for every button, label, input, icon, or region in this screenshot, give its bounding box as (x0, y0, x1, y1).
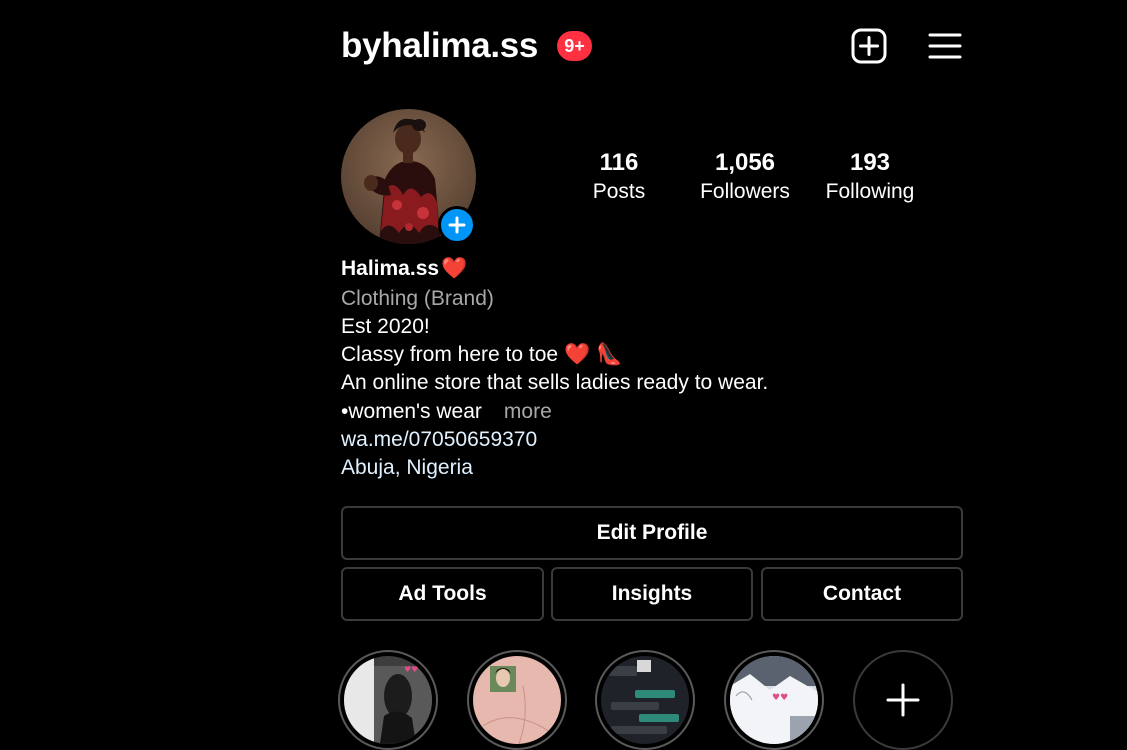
posts-count-value: 116 (599, 149, 639, 176)
bio-line: An online store that sells ladies ready … (341, 371, 769, 394)
new-highlight-button[interactable] (853, 650, 953, 750)
heart-heel-emoji: ❤️ 👠 (564, 343, 623, 366)
bio-line: Classy from here to toe ❤️ 👠 (341, 341, 622, 369)
bio-website-link[interactable]: wa.me/07050659370 (341, 426, 537, 454)
story-highlight[interactable] (467, 650, 567, 750)
bio-category: Clothing (Brand) (341, 287, 494, 310)
highlight-cover: ♥♥ (730, 656, 818, 744)
following-count[interactable]: 193 Following (810, 147, 930, 205)
posts-count[interactable]: 116 Posts (574, 147, 664, 205)
plus-square-icon (851, 28, 887, 64)
followers-count-label: Followers (700, 180, 790, 203)
svg-text:♥♥: ♥♥ (404, 665, 418, 674)
followers-count-value: 1,056 (714, 149, 776, 176)
plus-icon (886, 683, 920, 717)
bio-display-name: Halima.ss ❤️ (341, 255, 467, 283)
menu-button[interactable] (925, 26, 965, 66)
story-highlight[interactable]: ♥♥ (724, 650, 824, 750)
heart-emoji: ❤️ (441, 257, 468, 280)
bio-location-link[interactable]: Abuja, Nigeria (341, 454, 473, 482)
bio-more-link[interactable]: more (504, 400, 552, 423)
followers-count[interactable]: 1,056 Followers (680, 147, 810, 205)
bio-line: •women's wear more (341, 398, 552, 426)
story-highlight[interactable]: ♥♥ (338, 650, 438, 750)
notification-badge[interactable]: 9+ (557, 31, 592, 61)
new-post-button[interactable] (849, 26, 889, 66)
hamburger-menu-icon (928, 33, 962, 59)
profile-username[interactable]: byhalima.ss (341, 24, 538, 68)
add-story-button[interactable] (438, 206, 476, 244)
svg-text:♥♥: ♥♥ (772, 693, 788, 703)
contact-button[interactable]: Contact (761, 567, 963, 621)
highlight-cover (601, 656, 689, 744)
insights-button[interactable]: Insights (551, 567, 753, 621)
bio-line-text: Classy from here to toe (341, 343, 559, 366)
following-count-value: 193 (849, 149, 891, 176)
plus-icon (448, 216, 466, 234)
following-count-label: Following (825, 180, 915, 203)
bio-line: Est 2020! (341, 315, 430, 338)
highlight-cover (473, 656, 561, 744)
story-highlight[interactable] (595, 650, 695, 750)
posts-count-label: Posts (592, 180, 646, 203)
edit-profile-button[interactable]: Edit Profile (341, 506, 963, 560)
display-name-text: Halima.ss (341, 257, 440, 280)
bio-line-text: •women's wear (341, 400, 482, 423)
ad-tools-button[interactable]: Ad Tools (341, 567, 544, 621)
highlight-cover: ♥♥ (344, 656, 432, 744)
